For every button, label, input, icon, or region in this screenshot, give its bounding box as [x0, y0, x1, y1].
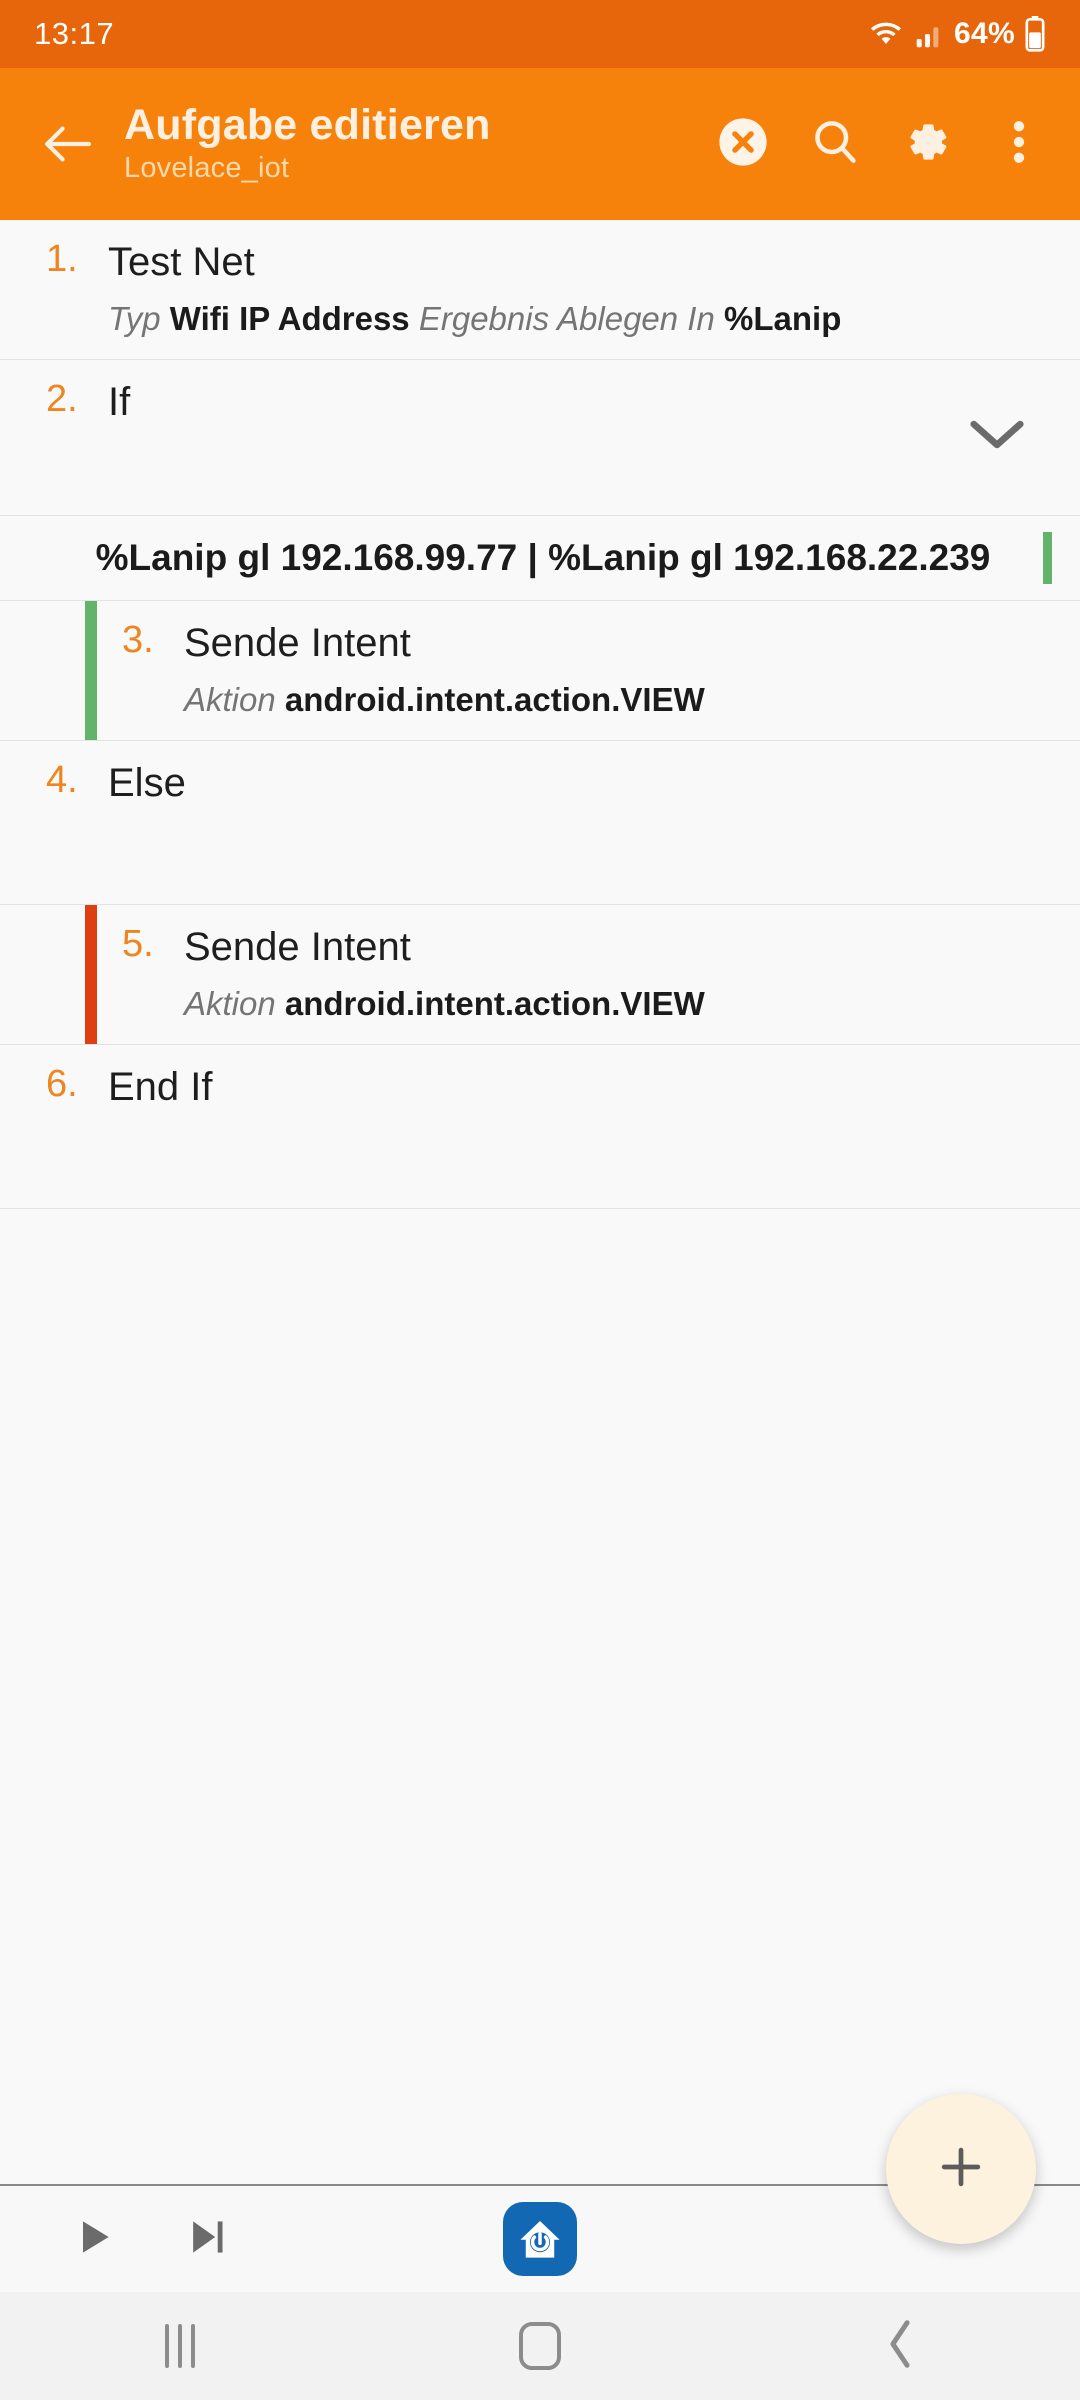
app-bar-actions [700, 101, 1062, 187]
condition-text: %Lanip gl 192.168.99.77 | %Lanip gl 192.… [95, 536, 991, 578]
wifi-icon [866, 17, 906, 51]
status-indicators: 64% [866, 16, 1046, 52]
page-subtitle: Lovelace_iot [124, 151, 290, 184]
step-param-value: %Lanip [724, 300, 842, 337]
step-title: Else [108, 760, 186, 805]
step-param-label: Aktion [184, 680, 276, 718]
step-param-label: Aktion [184, 984, 276, 1022]
branch-bar-false [85, 904, 97, 1044]
close-circle-icon [716, 115, 770, 174]
step-number: 5. [122, 922, 154, 965]
step-title: Test Net [108, 240, 255, 284]
playback-controls [0, 2203, 242, 2275]
step-number: 3. [122, 618, 154, 661]
step-param-value: Wifi IP Address [169, 300, 410, 337]
task-step-list[interactable]: 1. Test Net Typ Wifi IP Address Ergebnis… [0, 220, 1080, 2184]
step-title: End If [108, 1064, 213, 1109]
step-number: 1. [46, 238, 78, 280]
step-number: 4. [46, 758, 78, 801]
step-title: Sende Intent [184, 924, 411, 969]
overflow-menu-button[interactable] [976, 101, 1062, 187]
run-task-button[interactable] [58, 2203, 130, 2275]
home-icon [519, 2322, 561, 2370]
app-bar: Aufgabe editieren Lovelace_iot [0, 68, 1080, 220]
settings-button[interactable] [884, 101, 970, 187]
phone-screen: 13:17 64% Aufgabe editieren Lovelace_iot… [0, 0, 1080, 2400]
task-step-row[interactable]: 6. End If [0, 1044, 1080, 1209]
condition-true-marker [1043, 531, 1052, 584]
play-icon [72, 2215, 116, 2264]
step-param-value: android.intent.action.VIEW [284, 680, 705, 718]
page-title: Aufgabe editieren [124, 100, 491, 149]
chevron-down-icon[interactable] [966, 415, 1028, 460]
step-forward-icon [184, 2215, 228, 2264]
step-param-value: android.intent.action.VIEW [284, 984, 705, 1022]
task-step-row[interactable]: 1. Test Net Typ Wifi IP Address Ergebnis… [0, 220, 1080, 360]
home-button[interactable] [480, 2292, 600, 2400]
android-nav-bar [0, 2292, 1080, 2400]
home-assistant-icon[interactable] [503, 2202, 577, 2276]
back-arrow-icon[interactable] [28, 105, 106, 183]
back-button[interactable] [840, 2292, 960, 2400]
recents-button[interactable] [120, 2292, 240, 2400]
cancel-button[interactable] [700, 101, 786, 187]
battery-icon [1024, 16, 1046, 52]
gear-icon [901, 116, 953, 173]
back-icon [883, 2318, 917, 2375]
status-clock: 13:17 [34, 16, 115, 51]
if-condition-row[interactable]: %Lanip gl 192.168.99.77 | %Lanip gl 192.… [0, 515, 1080, 601]
step-param-label: Typ [108, 300, 161, 337]
plus-icon [934, 2140, 988, 2199]
step-param-label: Ergebnis Ablegen In [418, 300, 715, 337]
step-subtitle: Aktion android.intent.action.VIEW [184, 679, 1040, 722]
search-button[interactable] [792, 101, 878, 187]
search-icon [809, 116, 861, 173]
cellular-signal-icon [915, 18, 945, 50]
task-step-row[interactable]: 3. Sende Intent Aktion android.intent.ac… [0, 600, 1080, 741]
branch-bar-true [85, 600, 97, 740]
task-step-row[interactable]: 5. Sende Intent Aktion android.intent.ac… [0, 904, 1080, 1045]
app-bar-titles: Aufgabe editieren Lovelace_iot [112, 101, 694, 186]
recents-icon [165, 2324, 195, 2368]
step-title: If [108, 379, 131, 424]
status-bar: 13:17 64% [0, 0, 1080, 68]
step-task-button[interactable] [170, 2203, 242, 2275]
task-step-row[interactable]: 4. Else [0, 740, 1080, 905]
step-number: 2. [46, 377, 78, 420]
task-step-row[interactable]: 2. If [0, 359, 1080, 516]
add-action-button[interactable] [886, 2094, 1036, 2244]
step-title: Sende Intent [184, 620, 411, 665]
step-subtitle: Aktion android.intent.action.VIEW [184, 983, 1040, 1026]
bottom-action-bar [0, 2094, 1080, 2292]
step-number: 6. [46, 1062, 78, 1105]
step-subtitle: Typ Wifi IP Address Ergebnis Ablegen In … [108, 298, 1040, 341]
more-vertical-icon [1004, 115, 1034, 174]
battery-percent-label: 64% [954, 17, 1015, 50]
